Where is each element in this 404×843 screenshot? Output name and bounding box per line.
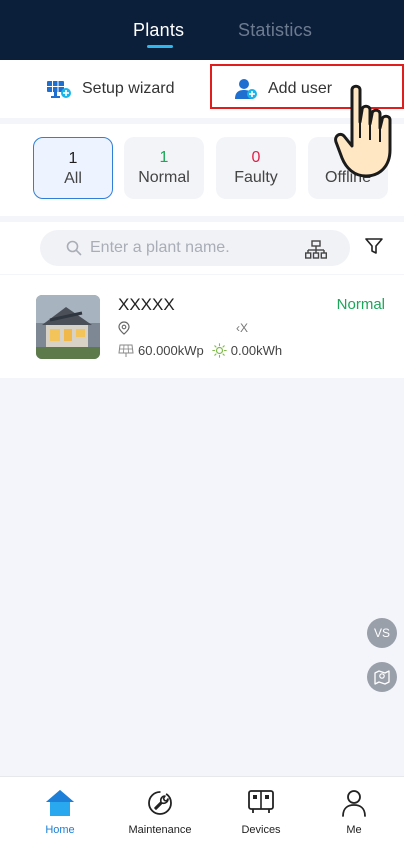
plant-list-item[interactable]: XXXXX Normal ‹X 60.000kWp 0.00kWh bbox=[0, 275, 404, 378]
vs-compare-button[interactable]: VS bbox=[367, 618, 397, 648]
plant-capacity: 60.000kWp bbox=[138, 343, 204, 358]
plant-search-box bbox=[40, 230, 350, 266]
nav-me-label: Me bbox=[346, 824, 362, 836]
action-row: Setup wizard Add user bbox=[0, 60, 404, 118]
home-icon bbox=[46, 790, 74, 816]
nav-maintenance[interactable]: Maintenance bbox=[110, 777, 210, 843]
setup-wizard-label: Setup wizard bbox=[82, 80, 175, 97]
plant-metrics: 60.000kWp 0.00kWh bbox=[118, 343, 282, 358]
setup-wizard-button[interactable]: Setup wizard bbox=[46, 60, 175, 118]
filter-offline-label: Offline bbox=[325, 169, 371, 186]
search-row bbox=[0, 222, 404, 274]
filter-all[interactable]: 1 All bbox=[33, 137, 113, 199]
search-icon bbox=[66, 240, 82, 256]
filter-normal[interactable]: 1 Normal bbox=[124, 137, 204, 199]
plant-daily-yield: 0.00kWh bbox=[230, 343, 283, 358]
tab-statistics[interactable]: Statistics bbox=[238, 20, 312, 41]
status-filter-bar: 1 All 1 Normal 0 Faulty 0 Offline bbox=[0, 124, 404, 216]
nav-me[interactable]: Me bbox=[304, 777, 404, 843]
filter-faulty-label: Faulty bbox=[234, 169, 278, 186]
filter-all-count: 1 bbox=[68, 150, 78, 167]
plant-address: ‹X bbox=[236, 321, 248, 335]
filter-normal-label: Normal bbox=[138, 169, 190, 186]
location-pin-icon bbox=[118, 321, 130, 335]
bottom-navigation: Home Maintenance Devices Me bbox=[0, 776, 404, 843]
search-input[interactable] bbox=[90, 239, 290, 257]
devices-icon bbox=[248, 790, 274, 813]
maintenance-wrench-icon bbox=[148, 791, 172, 815]
active-tab-indicator bbox=[147, 45, 173, 48]
sun-icon bbox=[212, 343, 227, 358]
add-user-button[interactable]: Add user bbox=[234, 60, 332, 118]
map-icon bbox=[374, 670, 390, 685]
user-profile-icon bbox=[342, 790, 366, 817]
filter-offline-count: 0 bbox=[343, 149, 353, 166]
add-user-icon bbox=[235, 79, 257, 99]
organization-tree-icon[interactable] bbox=[305, 240, 327, 260]
filter-faulty-count: 0 bbox=[251, 149, 261, 166]
filter-offline[interactable]: 0 Offline bbox=[308, 137, 388, 199]
nav-devices-label: Devices bbox=[241, 824, 281, 836]
filter-all-label: All bbox=[64, 170, 82, 187]
plant-thumbnail bbox=[36, 295, 100, 359]
filter-normal-count: 1 bbox=[159, 149, 169, 166]
filter-faulty[interactable]: 0 Faulty bbox=[216, 137, 296, 199]
map-view-button[interactable] bbox=[367, 662, 397, 692]
filter-icon[interactable] bbox=[364, 236, 384, 256]
plant-status-badge: Normal bbox=[336, 296, 385, 313]
nav-home-label: Home bbox=[45, 824, 75, 836]
add-user-label: Add user bbox=[268, 80, 333, 97]
nav-devices[interactable]: Devices bbox=[211, 777, 311, 843]
solar-panel-add-icon bbox=[47, 81, 71, 98]
plant-name: XXXXX bbox=[118, 295, 175, 314]
top-header: Plants Statistics bbox=[0, 0, 404, 60]
solar-panel-icon bbox=[118, 344, 134, 357]
nav-maintenance-label: Maintenance bbox=[128, 824, 192, 836]
nav-home[interactable]: Home bbox=[10, 777, 110, 843]
tab-plants[interactable]: Plants bbox=[133, 20, 184, 41]
